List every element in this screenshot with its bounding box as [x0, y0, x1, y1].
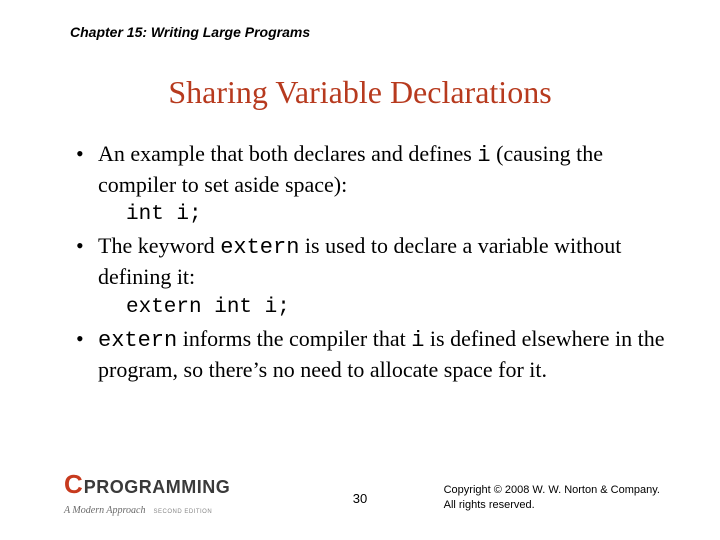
- inline-code: i: [411, 328, 424, 353]
- bullet-item: The keyword extern is used to declare a …: [70, 232, 665, 320]
- bullet-item: An example that both declares and define…: [70, 140, 665, 228]
- bullet-text: An example that both declares and define…: [98, 141, 477, 166]
- inline-code: extern: [220, 235, 299, 260]
- slide-title: Sharing Variable Declarations: [0, 74, 720, 111]
- code-block: extern int i;: [126, 294, 665, 321]
- logo-edition: SECOND EDITION: [153, 509, 212, 515]
- logo-subtitle: A Modern Approach: [64, 505, 145, 516]
- copyright: Copyright © 2008 W. W. Norton & Company.…: [444, 483, 660, 512]
- bullet-item: extern informs the compiler that i is de…: [70, 325, 665, 384]
- inline-code: i: [477, 143, 490, 168]
- footer: C PROGRAMMING A Modern Approach SECOND E…: [0, 472, 720, 518]
- inline-code: extern: [98, 328, 177, 353]
- bullet-text: informs the compiler that: [177, 326, 411, 351]
- bullet-text: The keyword: [98, 233, 220, 258]
- copyright-line: All rights reserved.: [444, 498, 660, 512]
- chapter-header: Chapter 15: Writing Large Programs: [70, 24, 310, 40]
- slide-content: An example that both declares and define…: [70, 140, 665, 388]
- code-block: int i;: [126, 201, 665, 228]
- copyright-line: Copyright © 2008 W. W. Norton & Company.: [444, 483, 660, 497]
